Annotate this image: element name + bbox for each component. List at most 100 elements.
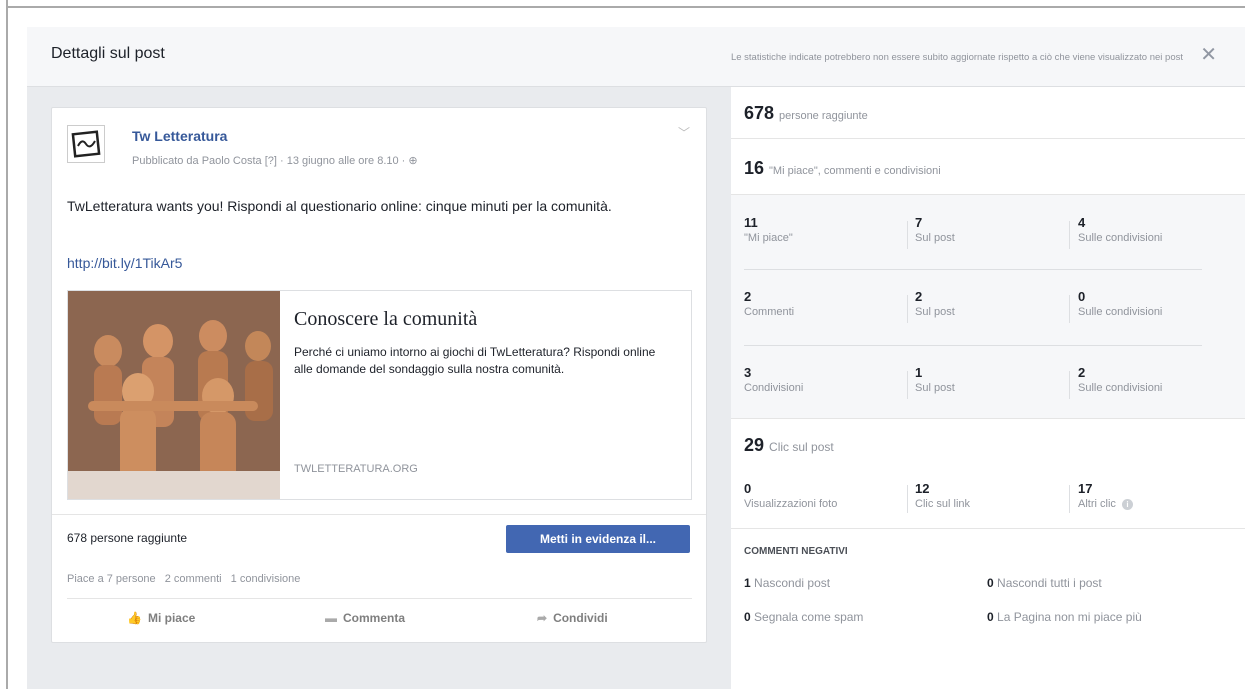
post-meta: Pubblicato da Paolo Costa [?] · 13 giugn… bbox=[132, 155, 418, 167]
link-preview-image[interactable] bbox=[68, 291, 280, 499]
post-text: TwLetteratura wants you! Rispondi al que… bbox=[67, 198, 612, 214]
clay-figures-image bbox=[68, 291, 280, 499]
shares-on-post-cell: 1 Sul post bbox=[915, 365, 1075, 394]
engagement-summary: Piace a 7 persone 2 commenti 1 condivisi… bbox=[67, 573, 692, 585]
comment-button[interactable]: ▬ Commenta bbox=[325, 611, 405, 625]
unlike-page-count: 0 bbox=[987, 610, 994, 624]
likes-on-post-cell: 7 Sul post bbox=[915, 215, 1075, 244]
divider bbox=[744, 345, 1202, 346]
page-avatar[interactable] bbox=[67, 125, 105, 163]
report-spam-label: Segnala come spam bbox=[754, 610, 864, 624]
close-icon[interactable]: ✕ bbox=[1200, 42, 1217, 67]
hide-all-posts-label: Nascondi tutti i post bbox=[997, 576, 1102, 590]
clicks-number: 29 bbox=[744, 435, 765, 455]
page-name-link[interactable]: Tw Letteratura bbox=[132, 128, 227, 144]
other-clicks: 17 bbox=[1078, 481, 1093, 496]
hide-all-posts-item: 0 Nascondi tutti i post bbox=[987, 576, 1102, 590]
share-button[interactable]: ➦ Condividi bbox=[537, 611, 608, 625]
likes-total-label: "Mi piace" bbox=[744, 232, 793, 244]
link-preview-card[interactable]: Conoscere la comunità Perché ci uniamo i… bbox=[67, 290, 692, 500]
comment-icon: ▬ bbox=[325, 611, 337, 625]
clicks-section: 29 Clic sul post 0 Visualizzazioni foto … bbox=[731, 419, 1245, 529]
action-bar: 👍 Mi piace ▬ Commenta ➦ Condividi bbox=[67, 598, 692, 639]
divider bbox=[744, 269, 1202, 270]
comments-on-shares-cell: 0 Sulle condivisioni bbox=[1078, 289, 1238, 318]
modal-header: Dettagli sul post Le statistiche indicat… bbox=[27, 27, 1245, 87]
reach-label: persone raggiunte bbox=[779, 110, 868, 122]
shares-total: 3 bbox=[744, 365, 752, 380]
unlike-page-item: 0 La Pagina non mi piace più bbox=[987, 610, 1142, 624]
divider bbox=[1069, 371, 1070, 399]
post-link[interactable]: http://bit.ly/1TikAr5 bbox=[67, 255, 182, 271]
reach-section: 678 persone raggiunte bbox=[731, 87, 1245, 139]
photo-views-cell: 0 Visualizzazioni foto bbox=[744, 481, 904, 510]
share-icon: ➦ bbox=[537, 611, 548, 625]
report-spam-item: 0 Segnala come spam bbox=[744, 610, 863, 624]
post-preview: Tw Letteratura Pubblicato da Paolo Costa… bbox=[51, 107, 707, 643]
hide-post-label: Nascondi post bbox=[754, 576, 831, 590]
comments-on-post: 2 bbox=[915, 289, 923, 304]
shares-on-post-label: Sul post bbox=[915, 382, 955, 394]
other-clicks-cell: 17 Altri clic i bbox=[1078, 481, 1238, 510]
shares-on-shares-cell: 2 Sulle condivisioni bbox=[1078, 365, 1238, 394]
comments-on-post-cell: 2 Sul post bbox=[915, 289, 1075, 318]
link-clicks: 12 bbox=[915, 481, 930, 496]
shares-count-link[interactable]: 1 condivisione bbox=[231, 573, 301, 585]
comments-count-link[interactable]: 2 commenti bbox=[165, 573, 222, 585]
likes-on-shares: 4 bbox=[1078, 215, 1086, 230]
divider bbox=[1069, 221, 1070, 249]
other-clicks-label-row: Altri clic i bbox=[1078, 498, 1238, 510]
comment-label: Commenta bbox=[343, 611, 406, 625]
link-domain: TWLETTERATURA.ORG bbox=[294, 463, 418, 475]
hide-post-count: 1 bbox=[744, 576, 751, 590]
engagement-label: "Mi piace", commenti e condivisioni bbox=[769, 165, 941, 177]
engagement-section: 16 "Mi piace", commenti e condivisioni bbox=[731, 139, 1245, 195]
comments-on-post-label: Sul post bbox=[915, 306, 955, 318]
clicks-label: Clic sul post bbox=[769, 440, 834, 454]
photo-views: 0 bbox=[744, 481, 752, 496]
share-label: Condividi bbox=[553, 611, 608, 625]
link-description: Perché ci uniamo intorno ai giochi di Tw… bbox=[294, 345, 656, 376]
likes-on-post: 7 bbox=[915, 215, 923, 230]
comments-total-cell: 2 Commenti bbox=[744, 289, 904, 318]
window-border-left bbox=[6, 0, 8, 689]
likes-on-shares-label: Sulle condivisioni bbox=[1078, 232, 1163, 244]
engagement-breakdown: 11 "Mi piace" 7 Sul post 4 Sulle condivi… bbox=[731, 195, 1245, 419]
shares-on-post: 1 bbox=[915, 365, 923, 380]
chevron-down-icon[interactable]: ﹀ bbox=[678, 124, 690, 141]
comments-total-label: Commenti bbox=[744, 306, 795, 318]
link-title[interactable]: Conoscere la comunità bbox=[294, 308, 477, 331]
negative-feedback-title: COMMENTI NEGATIVI bbox=[744, 546, 848, 557]
likes-on-post-label: Sul post bbox=[915, 232, 955, 244]
info-icon[interactable]: i bbox=[1121, 499, 1133, 510]
like-button[interactable]: 👍 Mi piace bbox=[127, 611, 195, 625]
likes-count-link[interactable]: Piace a 7 persone bbox=[67, 573, 156, 585]
insights-panel: 678 persone raggiunte 16 "Mi piace", com… bbox=[731, 87, 1245, 689]
divider bbox=[907, 485, 908, 513]
shares-total-label: Condivisioni bbox=[744, 382, 804, 394]
like-label: Mi piace bbox=[147, 611, 196, 625]
shares-on-shares-label: Sulle condivisioni bbox=[1078, 382, 1163, 394]
negative-feedback-section: COMMENTI NEGATIVI 1 Nascondi post 0 Nasc… bbox=[731, 529, 1245, 689]
reach-number: 678 bbox=[744, 103, 775, 123]
link-clicks-label: Clic sul link bbox=[915, 498, 971, 510]
unlike-page-label: La Pagina non mi piace più bbox=[997, 610, 1142, 624]
hide-post-item: 1 Nascondi post bbox=[744, 576, 830, 590]
shares-total-cell: 3 Condivisioni bbox=[744, 365, 904, 394]
report-spam-count: 0 bbox=[744, 610, 751, 624]
comments-on-shares-label: Sulle condivisioni bbox=[1078, 306, 1163, 318]
comments-total: 2 bbox=[744, 289, 752, 304]
reach-row: 678 persone raggiunte Metti in evidenza … bbox=[52, 514, 706, 561]
photo-views-label: Visualizzazioni foto bbox=[744, 498, 838, 510]
likes-total-cell: 11 "Mi piace" bbox=[744, 215, 904, 244]
comments-on-shares: 0 bbox=[1078, 289, 1086, 304]
boost-post-button[interactable]: Metti in evidenza il... bbox=[506, 525, 690, 553]
tw-logo-icon bbox=[71, 130, 101, 158]
engagement-number: 16 bbox=[744, 158, 765, 178]
divider bbox=[907, 221, 908, 249]
divider bbox=[907, 295, 908, 323]
stats-delay-note: Le statistiche indicate potrebbero non e… bbox=[730, 52, 1183, 63]
likes-total: 11 bbox=[744, 215, 758, 230]
other-clicks-label: Altri clic bbox=[1078, 498, 1116, 510]
divider bbox=[907, 371, 908, 399]
